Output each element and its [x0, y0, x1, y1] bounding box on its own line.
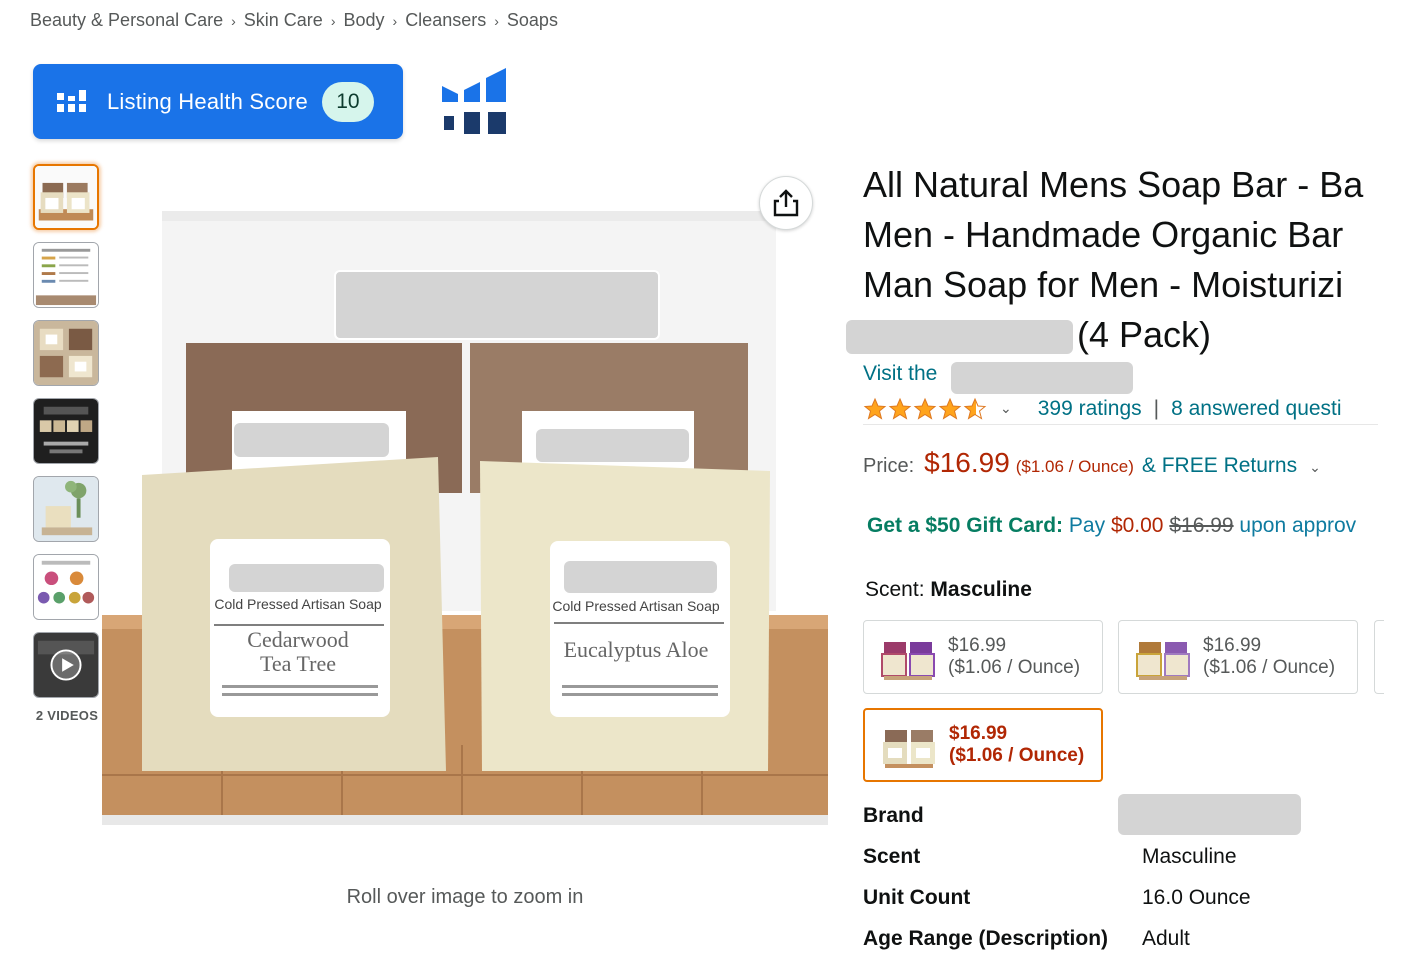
breadcrumb-separator: › [392, 13, 398, 29]
star-icon [863, 397, 887, 420]
gift-card-pay: Pay [1068, 514, 1106, 537]
swatch-price: $16.99 [949, 723, 1008, 744]
scent-swatch-partial[interactable] [1374, 620, 1384, 694]
redacted-label [564, 561, 717, 593]
star-icon [913, 397, 937, 420]
spec-key: Age Range (Description) [863, 927, 1109, 950]
redacted-label [536, 429, 689, 462]
swatch-price-block: $16.99 ($1.06 / Ounce) [1203, 635, 1335, 679]
listing-health-label: Listing Health Score [107, 88, 308, 114]
breadcrumb-separator: › [494, 13, 499, 29]
swatch-thumbnail [1136, 642, 1190, 680]
scent-selector-label: Scent: Masculine [865, 578, 1032, 602]
gift-card-highlight: Get a $50 Gift Card: [867, 514, 1064, 537]
breadcrumb-separator: › [330, 13, 336, 29]
gift-card-free-price: $0.00 [1110, 514, 1164, 537]
redacted-title-segment [846, 320, 1073, 354]
star-icon [938, 397, 962, 420]
spec-key: Scent [863, 845, 921, 868]
chevron-down-icon: ⌄ [1309, 459, 1321, 475]
redacted-brand-box [334, 270, 660, 340]
breadcrumb-body[interactable]: Body [343, 10, 384, 30]
spec-key: Unit Count [863, 886, 971, 909]
swatch-price: $16.99 [1203, 635, 1262, 656]
spec-value: Masculine [1142, 845, 1237, 868]
swatch-unit-price: ($1.06 / Ounce) [948, 657, 1081, 678]
scent-selected-value: Masculine [930, 578, 1032, 601]
share-button[interactable] [759, 176, 813, 230]
label-right-subtitle: Cold Pressed Artisan Soap [552, 598, 720, 614]
title-pack-size: (4 Pack) [1077, 314, 1212, 355]
scent-swatch[interactable]: $16.99 ($1.06 / Ounce) [1118, 620, 1358, 694]
brand-logo-icon [442, 68, 506, 134]
breadcrumb-skin-care[interactable]: Skin Care [244, 10, 323, 30]
swatch-price: $16.99 [948, 635, 1007, 656]
breadcrumb-separator: › [231, 13, 236, 29]
label-right-scent: Eucalyptus Aloe [564, 637, 709, 662]
spec-row-scent: Scent Masculine [863, 841, 1383, 882]
redacted-label [234, 423, 389, 457]
swatch-price-block: $16.99 ($1.06 / Ounce) [948, 635, 1080, 679]
price-per-unit: ($1.06 / Ounce) [1015, 457, 1134, 476]
label-left-subtitle: Cold Pressed Artisan Soap [214, 596, 382, 612]
title-line-3: Man Soap for Men - Moisturizi [863, 264, 1344, 305]
listing-health-score: 10 [321, 81, 374, 122]
swatch-unit-price: ($1.06 / Ounce) [949, 745, 1085, 766]
bar-chart-icon [57, 89, 86, 112]
gift-card-offer[interactable]: Get a $50 Gift Card: Pay $0.00 $16.99 up… [867, 514, 1379, 538]
gift-card-rest: upon approv [1239, 514, 1357, 537]
gift-card-original-price: $16.99 [1169, 514, 1234, 537]
redacted-brand-value [1118, 794, 1301, 835]
price-value: $16.99 [924, 447, 1010, 478]
scent-swatch[interactable]: $16.99 ($1.06 / Ounce) [863, 620, 1103, 694]
thumbnail-lifestyle[interactable] [33, 476, 99, 542]
zoom-hint: Roll over image to zoom in [346, 886, 584, 908]
spec-row-unit-count: Unit Count 16.0 Ounce [863, 882, 1383, 923]
separator: | [1153, 396, 1160, 420]
swatch-thumbnail [883, 730, 935, 768]
chevron-down-icon[interactable]: ⌄ [1000, 400, 1012, 417]
thumbnail-scent-options[interactable] [33, 554, 99, 620]
breadcrumb-cleansers[interactable]: Cleansers [405, 10, 486, 30]
share-icon [773, 189, 799, 217]
breadcrumb: Beauty & Personal Care › Skin Care › Body › Cl… [30, 10, 558, 31]
price-row: Price: $16.99 ($1.06 / Ounce) & FREE Ret… [863, 447, 1321, 479]
label-left-scent-line2: Tea Tree [260, 651, 336, 676]
ratings-count-link[interactable]: 399 ratings [1038, 397, 1142, 421]
price-label: Price: [863, 455, 915, 477]
thumbnail-video[interactable] [33, 632, 99, 698]
thumbnail-four-bars[interactable] [33, 320, 99, 386]
product-title: All Natural Mens Soap Bar - Ba Men - Han… [863, 160, 1383, 310]
title-line-2: Men - Handmade Organic Bar [863, 214, 1344, 255]
thumbnail-product-front[interactable] [33, 164, 99, 230]
scent-label: Scent: [865, 578, 925, 601]
redacted-store-name [951, 362, 1133, 394]
label-left-scent-line1: Cedarwood [247, 627, 348, 652]
spec-key: Brand [863, 804, 924, 827]
thumbnail-gift-box[interactable] [33, 398, 99, 464]
listing-health-score-button[interactable]: Listing Health Score 10 [33, 64, 403, 139]
breadcrumb-soaps[interactable]: Soaps [507, 10, 558, 30]
swatch-unit-price: ($1.06 / Ounce) [1203, 657, 1336, 678]
answered-questions-link[interactable]: 8 answered questi [1171, 397, 1341, 421]
thumbnail-strip: 2 VIDEOS [33, 164, 101, 723]
scent-swatch-selected[interactable]: $16.99 ($1.06 / Ounce) [863, 708, 1103, 782]
spec-row-age-range: Age Range (Description) Adult [863, 923, 1383, 964]
thumbnail-ingredients-chart[interactable] [33, 242, 99, 308]
star-rating[interactable] [863, 397, 988, 421]
swatch-price-block: $16.99 ($1.06 / Ounce) [949, 723, 1084, 767]
spec-value: 16.0 Ounce [1142, 886, 1251, 909]
swatch-thumbnail [881, 642, 935, 680]
half-star-icon [963, 397, 987, 420]
videos-count-label[interactable]: 2 VIDEOS [33, 708, 101, 723]
rating-row: ⌄ 399 ratings | 8 answered questi [863, 393, 1378, 425]
free-returns-label: & FREE Returns [1141, 454, 1298, 477]
breadcrumb-beauty[interactable]: Beauty & Personal Care [30, 10, 223, 30]
title-line-1: All Natural Mens Soap Bar - Ba [863, 164, 1364, 205]
redacted-label [229, 564, 384, 592]
spec-value: Adult [1142, 927, 1190, 950]
free-returns-link[interactable]: & FREE Returns ⌄ [1142, 454, 1321, 478]
visit-store-link[interactable]: Visit the [863, 362, 937, 386]
star-icon [888, 397, 912, 420]
